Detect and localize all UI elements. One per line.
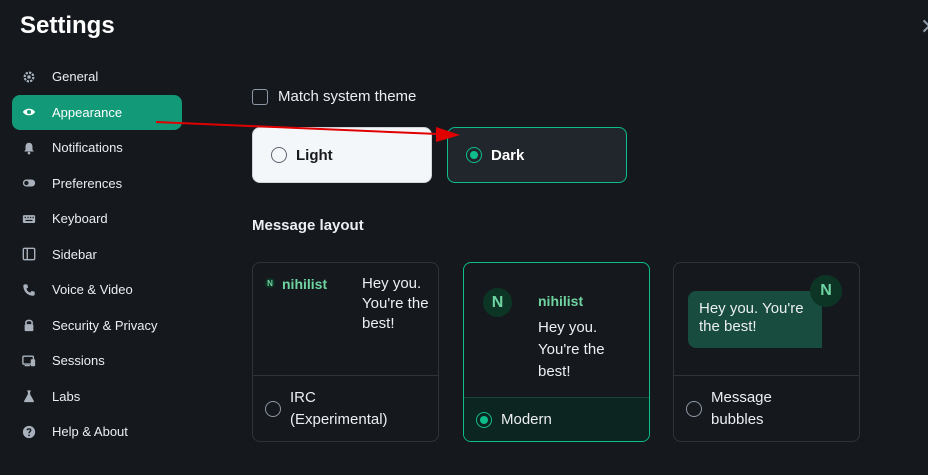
match-system-theme-label: Match system theme bbox=[278, 88, 417, 105]
sidebar-item-label: Sessions bbox=[52, 353, 105, 369]
layout-option-bubbles[interactable]: Hey you. You're the best! N Message bubb… bbox=[673, 262, 860, 442]
avatar: N bbox=[265, 278, 275, 288]
sidebar-item-label: Appearance bbox=[52, 104, 123, 120]
page-title: Settings bbox=[20, 12, 115, 39]
modern-layout-radio[interactable] bbox=[476, 411, 492, 428]
layout-option-footer[interactable]: IRC (Experimental) bbox=[253, 375, 438, 441]
bell-icon bbox=[22, 141, 36, 155]
sidebar-item-security-privacy[interactable]: Security & Privacy bbox=[12, 308, 182, 344]
sidebar-item-keyboard[interactable]: Keyboard bbox=[12, 201, 182, 237]
layout-option-irc[interactable]: N nihilist Hey you. You're the best! IRC… bbox=[252, 262, 439, 442]
layout-option-footer[interactable]: Message bubbles bbox=[674, 375, 859, 441]
sidebar-item-notifications[interactable]: Notifications bbox=[12, 130, 182, 166]
flask-icon bbox=[22, 389, 36, 403]
theme-label: Dark bbox=[491, 146, 525, 164]
avatar: N bbox=[483, 288, 512, 317]
sidebar-item-label: Security & Privacy bbox=[52, 317, 158, 333]
layout-option-label: IRC (Experimental) bbox=[290, 388, 388, 428]
sidebar-item-label: Help & About bbox=[52, 424, 128, 440]
lock-icon bbox=[22, 318, 36, 332]
theme-option-light[interactable]: Light bbox=[252, 127, 432, 183]
irc-layout-radio[interactable] bbox=[265, 400, 281, 417]
devices-icon bbox=[22, 354, 36, 368]
message-preview: Hey you. You're the best! bbox=[362, 275, 429, 332]
dark-theme-radio[interactable] bbox=[466, 147, 482, 163]
match-system-theme-checkbox[interactable] bbox=[252, 88, 268, 105]
layout-option-label: Modern bbox=[501, 410, 552, 428]
message-layout-heading: Message layout bbox=[252, 217, 364, 234]
settings-sidebar: General Appearance Notifications Prefere… bbox=[12, 59, 182, 450]
layout-option-label: Message bubbles bbox=[711, 388, 772, 428]
layout-option-footer[interactable]: Modern bbox=[464, 397, 649, 441]
gear-icon bbox=[22, 70, 36, 84]
sidebar-item-labs[interactable]: Labs bbox=[12, 379, 182, 415]
sidebar-item-preferences[interactable]: Preferences bbox=[12, 166, 182, 202]
message-preview: Hey you. You're the best! bbox=[538, 319, 605, 380]
sidebar-item-label: Keyboard bbox=[52, 211, 108, 227]
close-icon[interactable]: ✕ bbox=[920, 14, 928, 39]
match-system-theme-row[interactable]: Match system theme bbox=[252, 88, 416, 105]
sidebar-item-appearance[interactable]: Appearance bbox=[12, 94, 182, 130]
sidebar-item-label: Sidebar bbox=[52, 246, 97, 262]
sidebar-item-label: Voice & Video bbox=[52, 282, 133, 298]
phone-icon bbox=[22, 283, 36, 297]
message-bubble: Hey you. You're the best! bbox=[688, 291, 822, 348]
sidebar-item-label: Labs bbox=[52, 388, 81, 404]
keyboard-icon bbox=[22, 212, 36, 226]
sidebar-item-general[interactable]: General bbox=[12, 59, 182, 95]
light-theme-radio[interactable] bbox=[271, 147, 287, 163]
bubbles-layout-radio[interactable] bbox=[686, 400, 702, 417]
sidebar-item-voice-video[interactable]: Voice & Video bbox=[12, 272, 182, 308]
avatar: N bbox=[810, 275, 842, 307]
sidebar-item-help-about[interactable]: Help & About bbox=[12, 414, 182, 450]
sender-name: nihilist bbox=[282, 276, 328, 292]
sidebar-item-label: General bbox=[52, 69, 99, 85]
sender-name: nihilist bbox=[538, 293, 584, 309]
theme-label: Light bbox=[296, 146, 333, 164]
layout-option-modern[interactable]: N nihilist Hey you. You're the best! Mod… bbox=[463, 262, 650, 442]
help-icon bbox=[22, 425, 36, 439]
sidebar-item-label: Preferences bbox=[52, 175, 123, 191]
toggle-icon bbox=[22, 176, 36, 190]
theme-option-dark[interactable]: Dark bbox=[447, 127, 627, 183]
sidebar-item-sessions[interactable]: Sessions bbox=[12, 343, 182, 379]
sidebar-icon bbox=[22, 247, 36, 261]
sidebar-item-label: Notifications bbox=[52, 140, 123, 156]
eye-icon bbox=[22, 105, 36, 119]
sidebar-item-sidebar[interactable]: Sidebar bbox=[12, 237, 182, 273]
